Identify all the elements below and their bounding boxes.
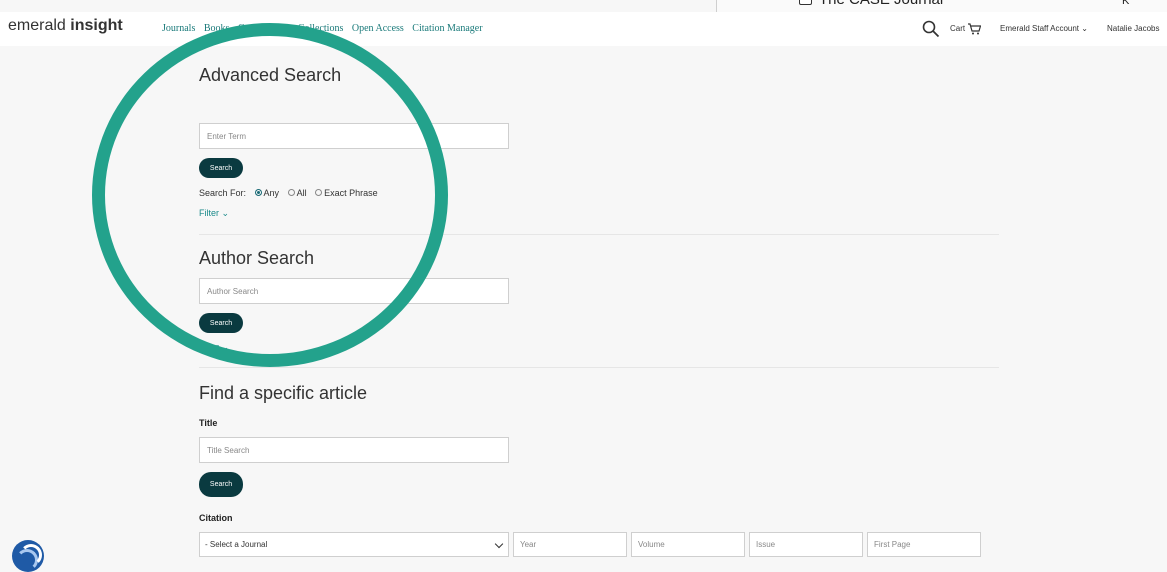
author-search-button[interactable]: Search — [199, 313, 243, 333]
account-menu[interactable]: Emerald Staff Account ⌄ — [1000, 24, 1088, 33]
chat-widget-icon[interactable] — [12, 540, 44, 572]
year-input[interactable] — [513, 532, 627, 557]
advanced-search-button[interactable]: Search — [199, 158, 243, 178]
site-logo[interactable]: emerald insight — [8, 17, 123, 35]
advanced-search-title: Advanced Search — [199, 65, 342, 85]
radio-any[interactable] — [254, 189, 262, 197]
search-icon[interactable] — [922, 20, 940, 38]
section-divider — [199, 234, 999, 235]
filter-label: Filter — [199, 208, 219, 218]
chevron-down-icon — [494, 539, 504, 549]
author-search-input[interactable] — [199, 278, 509, 304]
nav-citation-manager[interactable]: Citation Manager — [412, 23, 482, 34]
background-partial-text: K — [1122, 0, 1130, 7]
nav-collections[interactable]: Collections — [298, 23, 344, 34]
article-search-title: Find a specific article — [199, 383, 368, 403]
issue-input[interactable] — [749, 532, 863, 557]
title-search-button[interactable]: Search — [199, 472, 243, 497]
radio-exact-phrase-label[interactable]: Exact Phrase — [324, 188, 378, 198]
radio-any-label[interactable]: Any — [264, 188, 280, 198]
radio-exact-phrase[interactable] — [315, 189, 323, 197]
advanced-filter-toggle[interactable]: Filter ⌄ — [199, 208, 229, 219]
title-search-input[interactable] — [199, 437, 509, 463]
chevron-down-icon: ⌄ — [1079, 24, 1088, 33]
chevron-down-icon: ⌄ — [219, 208, 230, 218]
radio-all[interactable] — [287, 189, 295, 197]
logo-text-bold: insight — [70, 17, 123, 34]
filter-label: Filter — [199, 342, 219, 352]
chevron-down-icon: ⌄ — [219, 342, 230, 352]
title-field-label: Title — [199, 418, 218, 428]
nav-journals[interactable]: Journals — [162, 23, 195, 34]
search-for-label: Search For: — [199, 188, 247, 198]
cart-label: Cart — [950, 24, 966, 34]
journal-select[interactable]: - Select a Journal — [199, 532, 509, 557]
cart-link[interactable]: Cart — [950, 23, 982, 35]
nav-case-studies[interactable]: Case Studies — [238, 23, 289, 34]
author-search-title: Author Search — [199, 248, 315, 268]
volume-input[interactable] — [631, 532, 745, 557]
search-for-options: Search For: Any All Exact Phrase — [199, 188, 378, 198]
user-menu[interactable]: Natalie Jacobs — [1107, 24, 1159, 33]
nav-open-access[interactable]: Open Access — [352, 23, 404, 34]
account-label: Emerald Staff Account — [1000, 24, 1080, 33]
checkbox-label: The CASE Journal — [819, 0, 943, 8]
citation-label: Citation — [199, 513, 233, 523]
radio-all-label[interactable]: All — [297, 188, 307, 198]
section-divider — [199, 367, 999, 368]
author-filter-toggle[interactable]: Filter ⌄ — [199, 342, 229, 353]
user-label: Natalie Jacobs — [1107, 24, 1160, 33]
first-page-input[interactable] — [867, 532, 981, 557]
main-nav: Journals Books Case Studies Collections … — [162, 23, 489, 34]
cart-icon — [968, 23, 982, 35]
nav-books[interactable]: Books — [204, 23, 230, 34]
journal-select-value: - Select a Journal — [205, 540, 268, 549]
site-header: emerald insight Journals Books Case Stud… — [0, 12, 1167, 46]
checkbox[interactable] — [799, 0, 812, 5]
search-input[interactable] — [199, 123, 509, 149]
wave-shape — [20, 544, 42, 566]
logo-text: emerald — [8, 17, 71, 34]
